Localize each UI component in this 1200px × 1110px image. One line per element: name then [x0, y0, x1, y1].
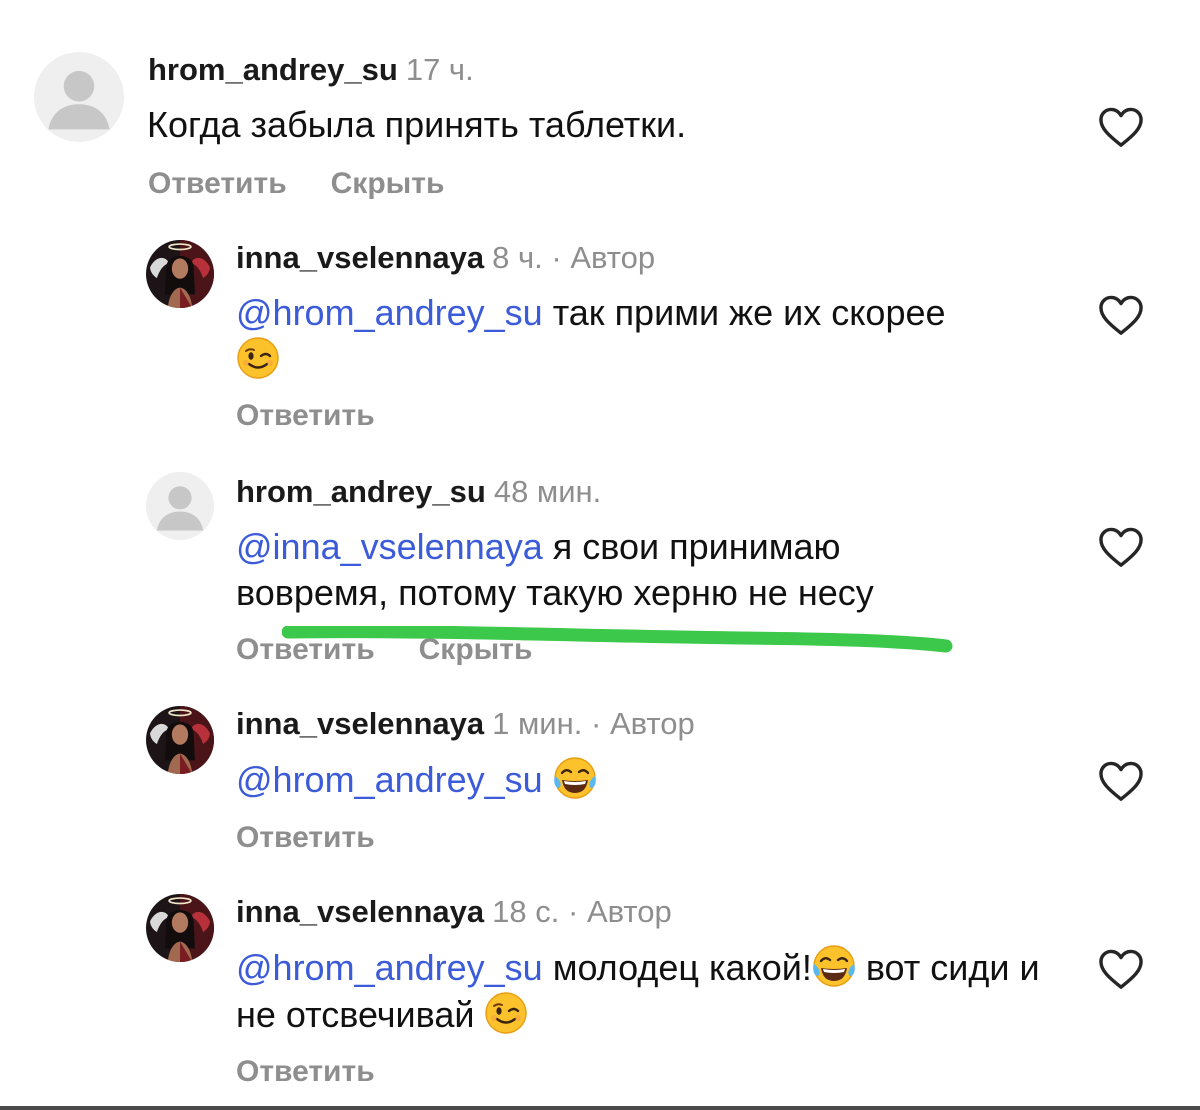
comment-time: 17 ч. [405, 52, 474, 87]
comment-actions: Ответить [236, 820, 375, 856]
profile-photo-icon [146, 706, 214, 774]
highlight-underline [282, 626, 953, 653]
comment-meta: hrom_andrey_su 17 ч. [148, 52, 474, 88]
like-button[interactable] [1098, 294, 1144, 336]
comment-time: 48 мин. [493, 474, 602, 509]
avatar[interactable] [146, 472, 214, 540]
profile-photo-icon [146, 894, 214, 962]
comment-time: 18 с. [492, 894, 560, 929]
comment-body: Когда забыла принять таблетки. [147, 104, 687, 145]
default-avatar-icon [146, 472, 214, 540]
heart-icon [1098, 294, 1144, 336]
profile-photo-icon [146, 240, 214, 308]
like-button[interactable] [1098, 948, 1144, 990]
comment-time: 8 ч. [492, 240, 543, 275]
heart-icon [1098, 760, 1144, 802]
comment-actions: Ответить Скрыть [148, 166, 444, 202]
tears-of-joy-emoji-icon [812, 944, 856, 988]
username[interactable]: inna_vselennaya [236, 706, 484, 741]
avatar[interactable] [146, 894, 214, 962]
reply-button[interactable]: Ответить [236, 398, 375, 434]
author-badge: Автор [570, 240, 656, 275]
avatar[interactable] [146, 240, 214, 308]
comment-text: Когда забыла принять таблетки. [147, 102, 1067, 148]
comment-meta: inna_vselennaya 18 с. · Автор [236, 894, 672, 930]
comment-text: @hrom_andrey_su так прими же их скорее [236, 290, 1066, 383]
heart-icon [1098, 526, 1144, 568]
author-badge: Автор [586, 894, 672, 929]
heart-icon [1098, 948, 1144, 990]
comment-text: @hrom_andrey_su [236, 756, 1066, 803]
default-avatar-icon [34, 52, 124, 142]
comment-body-part1: молодец какой! [542, 947, 812, 988]
comment-time: 1 мин. [492, 706, 583, 741]
bottom-divider [0, 1106, 1200, 1110]
hide-button[interactable]: Скрыть [331, 166, 445, 202]
heart-icon [1098, 106, 1144, 148]
wink-emoji-icon [236, 336, 280, 380]
tears-of-joy-emoji-icon [553, 756, 597, 800]
wink-emoji-icon [484, 991, 528, 1035]
avatar[interactable] [34, 52, 124, 142]
comment-text: @hrom_andrey_su молодец какой! вот сиди … [236, 944, 1066, 1038]
like-button[interactable] [1098, 106, 1144, 148]
like-button[interactable] [1098, 526, 1144, 568]
username[interactable]: hrom_andrey_su [148, 52, 398, 87]
comment-actions: Ответить [236, 1054, 375, 1090]
comment-meta: hrom_andrey_su 48 мин. [236, 474, 601, 510]
username[interactable]: inna_vselennaya [236, 240, 484, 275]
mention-link[interactable]: @inna_vselennaya [236, 526, 543, 567]
separator: · [567, 894, 579, 929]
comment-meta: inna_vselennaya 1 мин. · Автор [236, 706, 695, 742]
like-button[interactable] [1098, 760, 1144, 802]
mention-link[interactable]: @hrom_andrey_su [236, 292, 543, 333]
mention-link[interactable]: @hrom_andrey_su [236, 947, 543, 988]
avatar[interactable] [146, 706, 214, 774]
username[interactable]: hrom_andrey_su [236, 474, 486, 509]
separator: · [590, 706, 602, 741]
comment-body: так прими же их скорее [542, 292, 946, 333]
comment-meta: inna_vselennaya 8 ч. · Автор [236, 240, 655, 276]
reply-button[interactable]: Ответить [236, 1054, 375, 1090]
comment-actions: Ответить [236, 398, 375, 434]
reply-button[interactable]: Ответить [236, 820, 375, 856]
reply-button[interactable]: Ответить [148, 166, 287, 202]
mention-link[interactable]: @hrom_andrey_su [236, 759, 543, 800]
author-badge: Автор [609, 706, 695, 741]
comment-text: @inna_vselennaya я свои принимаю вовремя… [236, 524, 996, 616]
username[interactable]: inna_vselennaya [236, 894, 484, 929]
separator: · [551, 240, 562, 275]
